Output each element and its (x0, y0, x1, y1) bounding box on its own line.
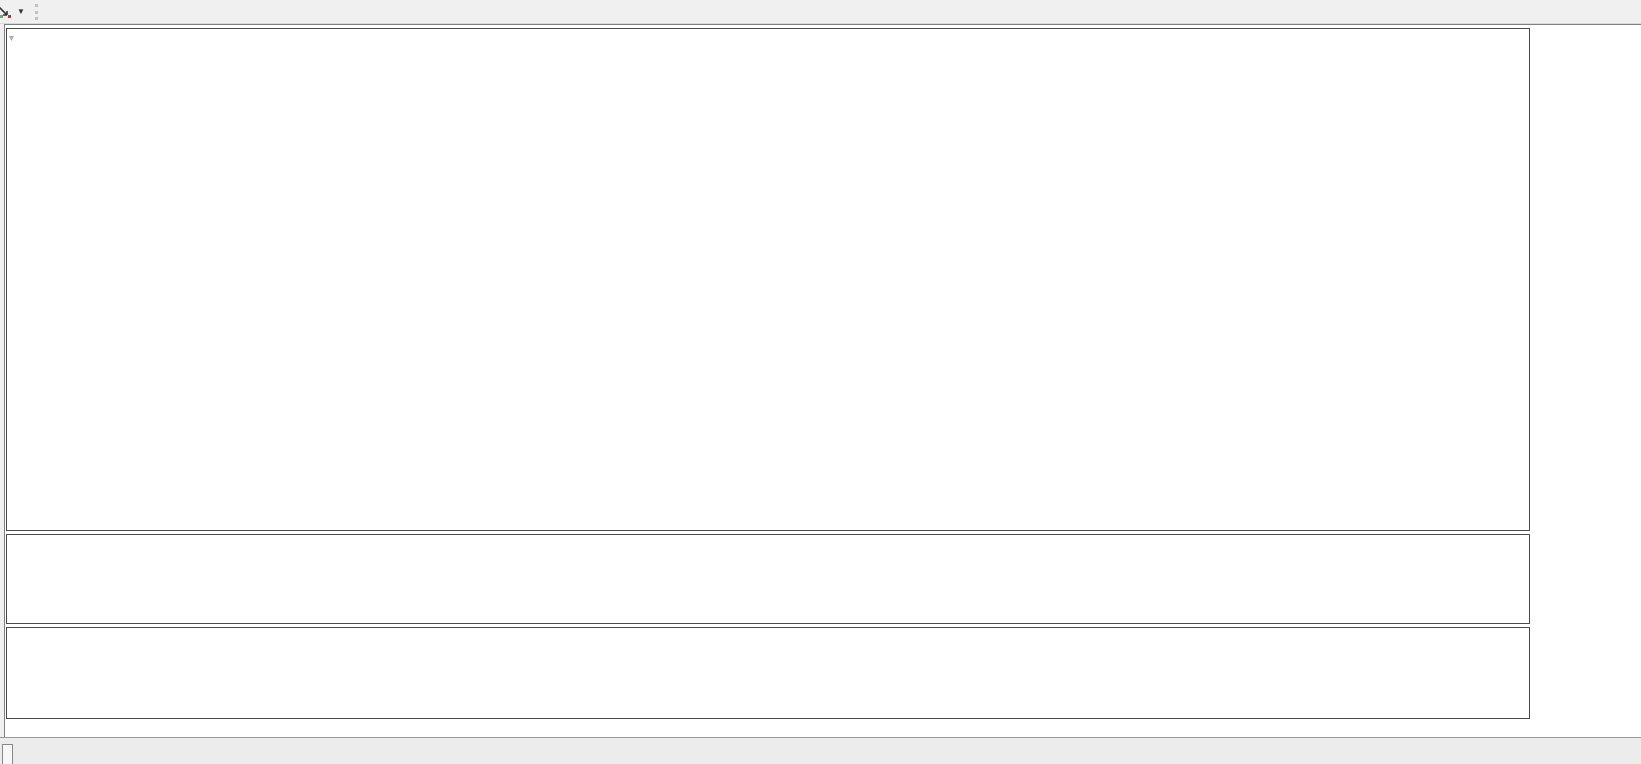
macd-canvas[interactable] (7, 628, 1529, 718)
timeframe-toolbar: ▼ (0, 0, 1641, 24)
mt4-window: ▼ ▼ (0, 0, 1641, 764)
macd-label (13, 631, 16, 643)
tabbar-arrows (1613, 757, 1641, 764)
price-pane[interactable]: ▼ (6, 28, 1530, 531)
price-axis[interactable] (1530, 25, 1641, 719)
toolbar-grip[interactable] (35, 4, 43, 20)
chart-shift-marker-icon[interactable]: ▼ (7, 33, 16, 43)
price-chart-canvas[interactable] (7, 29, 1529, 530)
rsi-label (13, 538, 16, 550)
chevron-down-icon[interactable]: ▼ (17, 7, 25, 16)
macd-pane[interactable] (6, 627, 1530, 719)
rsi-pane[interactable] (6, 534, 1530, 624)
chart-window: ▼ (4, 24, 1641, 738)
crosshair-icon[interactable] (0, 4, 15, 20)
rsi-canvas[interactable] (7, 535, 1529, 623)
date-axis[interactable] (6, 721, 1530, 738)
tabbar-scroll-stub[interactable] (2, 744, 13, 764)
chart-tab-bar (0, 737, 1641, 764)
